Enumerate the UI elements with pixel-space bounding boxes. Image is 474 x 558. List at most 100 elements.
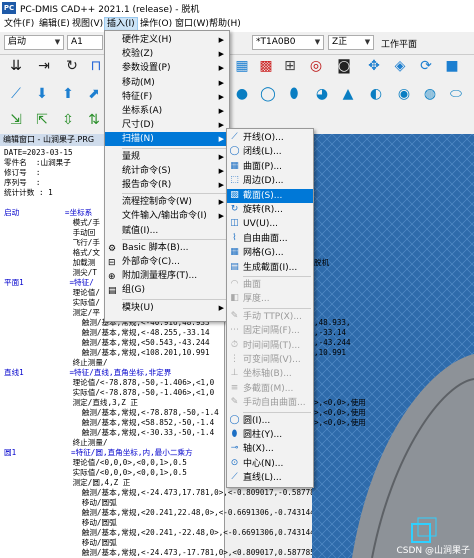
disc-icon[interactable]: ◐ [366,84,386,104]
code-line[interactable]: 触测/基本,常规,<20.241,22.48,0>,<-0.6691306,-0… [4,508,329,518]
scan-menu-item[interactable]: ▤ 生成截面(I)... [227,261,313,275]
wireframe-icon[interactable]: ⊞ [280,56,300,76]
code-line[interactable]: 触测/基本,常规,<-30.33,-50,-1.4 [4,428,214,438]
scan-menu-item[interactable]: ⟋ 开线(O)... [227,131,313,145]
code-line[interactable]: 触测/基本,常规,<50.543,-43.244 [4,338,210,348]
arrow-up-icon[interactable]: ⬆ [58,84,78,104]
code-line[interactable]: 触测/基本,常规,<-24.473,-17.781,0>,<0.809017,0… [4,548,329,558]
code-line[interactable]: 触测/基本,常规,<-48.255,-33.14 [4,328,210,338]
insert-menu-item[interactable]: ⊟ 外部命令(C)... [105,255,229,269]
insert-menu-item[interactable]: 参数设置(P) ▶ [105,61,229,75]
cone-icon[interactable]: ▲ [338,84,358,104]
cube-icon[interactable]: ◈ [390,56,410,76]
alignment-select[interactable]: A1 [67,35,103,50]
insert-menu-item[interactable]: 统计命令(S) ▶ [105,164,229,178]
program-mode-icon[interactable]: ⇥ [34,56,54,76]
insert-menu-item[interactable]: 硬件定义(H) ▶ [105,33,229,47]
ring-icon[interactable]: ◯ [258,84,278,104]
origin-icon[interactable]: ⇅ [84,110,104,130]
code-line[interactable]: 修订号 : [4,168,41,178]
code-line[interactable]: 测定/直线,3,Z 正 [4,398,138,408]
cylinder-icon[interactable]: ⬮ [284,84,304,104]
level-icon[interactable]: ⇱ [32,110,52,130]
code-line[interactable]: 加载测 [4,258,96,268]
scan-menu-item[interactable]: ↻ 旋转(R)... [227,203,313,217]
code-line[interactable]: 理论值/<-78.878,-50,-1.406>,<1,0 [4,378,215,388]
tip-select[interactable]: *T1A0B0 ▼ [252,35,324,50]
translate-icon[interactable]: ⇳ [58,110,78,130]
arrow-down-icon[interactable]: ⬇ [32,84,52,104]
probe-mode-icon[interactable]: ⇊ [6,56,26,76]
insert-menu-item[interactable]: 文件输入/输出命令(I) ▶ [105,209,229,223]
scan-menu-item[interactable]: ◯ 闭线(L)... [227,145,313,159]
insert-menu-item[interactable]: 移动(M) ▶ [105,76,229,90]
code-line[interactable]: 触测/基本,常规,<58.852,-50,-1.4 [4,418,214,428]
code-line[interactable]: 理论值/ [4,288,100,298]
diagonal-icon[interactable]: ⟋ [6,84,26,104]
insert-menu-item[interactable]: 扫描(N) ▶ [105,132,229,147]
code-line[interactable]: 平面1 =特征/ [4,278,94,288]
view-select[interactable]: Z正 ▼ [328,35,374,50]
code-line[interactable]: 手动回 [4,228,96,238]
code-line[interactable]: 触测/基本,常规,<-78.878,-50,-1.4 [4,408,219,418]
sphere-icon[interactable]: ◕ [312,84,332,104]
scan-menu-item[interactable]: ◯ 圆(I)... [227,414,313,428]
scan-menu-item[interactable]: ▦ 曲面(P)... [227,160,313,174]
code-line[interactable]: 触测/基本,常规,<20.241,-22.48,0>,<-0.6691306,0… [4,528,329,538]
scan-menu-item[interactable]: ⬮ 圆柱(Y)... [227,428,313,442]
code-line[interactable]: 圆1 =特征/圆,直角坐标,内,最小二乘方 [4,448,193,458]
code-line[interactable]: 移动/圆弧 [4,538,117,548]
move-icon[interactable]: ✥ [364,56,384,76]
code-line[interactable]: 统计计数 : 1 [4,188,53,198]
code-line[interactable]: 零件名 :山涧果子 [4,158,71,168]
edge-point-icon[interactable]: ◍ [420,84,440,104]
code-line[interactable]: 测定/圆,4,Z 正 [4,478,131,488]
scan-menu-item[interactable]: ▨ 截面(S)... [227,188,313,203]
color-blocks-icon[interactable]: ▩ [256,56,276,76]
insert-menu-item[interactable]: 校验(Z) ▶ [105,47,229,61]
code-line[interactable]: 启动 =坐标系 [4,208,92,218]
code-line[interactable]: 触测/基本,常规,<108.201,10.991 [4,348,210,358]
code-line[interactable]: 格式/文 [4,248,100,258]
code-line[interactable]: 理论值/<0,0,0>,<0,0,1>,0.5 [4,458,187,468]
code-line[interactable]: 终止测量/ [4,358,108,368]
code-line[interactable]: 序列号 : [4,178,41,188]
code-line[interactable]: 模式/手 [4,218,100,228]
insert-menu-item[interactable]: 特征(F) ▶ [105,90,229,104]
code-line[interactable]: 移动/圆弧 [4,518,117,528]
insert-menu-item[interactable]: ⚙ Basic 脚本(B)... [105,241,229,255]
solid-cube-icon[interactable]: ■ [442,56,462,76]
insert-menu-item[interactable]: 赋值(I)... [105,224,229,238]
insert-menu-item[interactable]: 报告命令(R) ▶ [105,178,229,192]
code-line[interactable]: 触测/基本,常规,<-24.473,17.781,0>,<-0.809017,-… [4,488,333,498]
code-line[interactable]: DATE=2023-03-15 [4,148,73,158]
insert-menu-item[interactable]: 流程控制命令(W) ▶ [105,195,229,209]
refresh-icon[interactable]: ⟳ [416,56,436,76]
scan-menu-item[interactable]: ▦ 网格(G)... [227,246,313,260]
arrow-right-icon[interactable]: ⬈ [84,84,104,104]
graphics-viewport[interactable] [312,134,474,558]
insert-menu-item[interactable]: 坐标系(A) ▶ [105,104,229,118]
slot-icon[interactable]: ⬭ [446,84,466,104]
scan-menu-item[interactable]: ⊸ 轴(X)... [227,442,313,456]
view-cube-icon[interactable]: ▦ [232,56,252,76]
menu-view[interactable]: 视图(V) [70,18,105,31]
scan-menu-item[interactable]: ⊙ 中心(N)... [227,457,313,471]
code-line[interactable]: 移动/圆弧 [4,498,117,508]
scan-menu-item[interactable]: ◫ UV(U)... [227,217,313,231]
rotate-icon[interactable]: ↻ [62,56,82,76]
code-line[interactable]: 直线1 =特征/直线,直角坐标,非定界 [4,368,171,378]
scan-menu-item[interactable]: ⌇ 自由曲面... [227,232,313,246]
code-line[interactable]: 测定/平 [4,308,100,318]
code-line[interactable]: 实际值/ [4,298,100,308]
scan-menu-item[interactable]: ⟋ 直线(L)... [227,471,313,485]
probe-icon[interactable]: ⊓ [86,56,106,76]
menu-file[interactable]: 文件(F) [2,18,36,31]
mode-select[interactable]: 启动 ▼ [4,35,64,50]
code-line[interactable]: 终止测量/ [4,438,108,448]
code-line[interactable]: 实际值/<-78.878,-50,-1.406>,<1,0 [4,388,215,398]
insert-menu-item[interactable]: ⊕ 附加测量程序(T)... [105,269,229,283]
circle-icon[interactable]: ● [232,84,252,104]
insert-menu-item[interactable]: 量规 ▶ [105,150,229,164]
insert-menu-item[interactable]: 模块(U) ▶ [105,301,229,315]
